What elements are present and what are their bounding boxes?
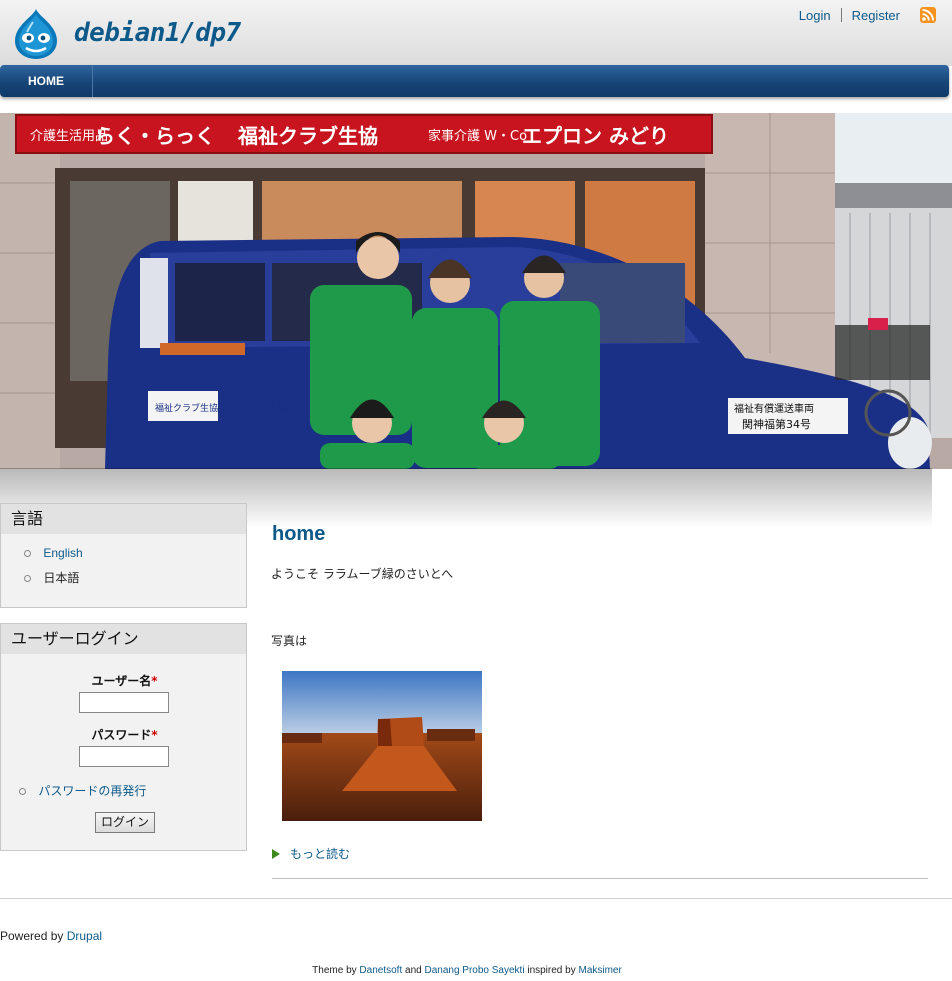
password-label: パスワード*	[91, 728, 158, 742]
login-block-title: ユーザーログイン	[1, 624, 246, 654]
danang-link[interactable]: Danang Probo Sayekti	[424, 965, 524, 976]
required-marker: *	[151, 674, 158, 688]
vehicle-text-2: 福祉有償運送車両	[734, 402, 814, 415]
page-title[interactable]: home	[272, 523, 325, 546]
language-list: English 日本語	[1, 534, 246, 592]
password-input[interactable]	[79, 746, 169, 767]
language-link-english[interactable]: English	[43, 546, 82, 560]
bullet-icon	[24, 575, 31, 583]
danetsoft-link[interactable]: Danetsoft	[359, 965, 402, 976]
login-button[interactable]: ログイン	[95, 812, 155, 833]
content-divider	[272, 878, 928, 879]
language-block-title: 言語	[1, 504, 246, 534]
main-navigation: HOME	[0, 65, 949, 97]
language-current-japanese: 日本語	[43, 571, 80, 585]
site-header: debian1/dp7 Login Register	[0, 0, 952, 66]
register-link[interactable]: Register	[852, 8, 900, 23]
link-divider	[840, 8, 842, 22]
footer-divider	[0, 898, 952, 899]
reset-password-link[interactable]: パスワードの再発行	[38, 784, 146, 798]
welcome-text: ようこそ ララムーブ緑のさいとへ	[271, 567, 454, 581]
required-marker: *	[151, 728, 158, 742]
sign-text-4: 家事介護 W・Co	[428, 128, 527, 144]
user-login-block: ユーザーログイン ユーザー名* パスワード* パスワードの再発行 ログイン	[0, 623, 247, 851]
reset-password-item: パスワードの再発行	[19, 782, 146, 799]
photo-caption-text: 写真は	[271, 634, 308, 648]
vehicle-text-1: 福祉クラブ生協 らら・むーぶ 緑	[155, 402, 286, 414]
maksimer-link[interactable]: Maksimer	[578, 965, 621, 976]
language-item-japanese: 日本語	[24, 569, 246, 592]
drupal-logo-icon[interactable]	[13, 8, 59, 60]
sign-text-5: エプロン みどり	[522, 124, 669, 148]
login-link[interactable]: Login	[799, 8, 831, 23]
username-input[interactable]	[79, 692, 169, 713]
theme-credits: Theme by Danetsoft and Danang Probo Saye…	[312, 965, 622, 976]
rss-feed-icon[interactable]	[920, 7, 936, 23]
header-banner-photo: 介護生活用品 らく・らっく 福祉クラブ生協 家事介護 W・Co エプロン みどり…	[0, 113, 952, 469]
drupal-link[interactable]: Drupal	[67, 929, 102, 943]
login-form: ユーザー名* パスワード* パスワードの再発行 ログイン	[1, 654, 246, 849]
monument-valley-image	[282, 671, 482, 821]
bullet-icon	[24, 550, 31, 558]
powered-by: Powered by Drupal	[0, 929, 103, 943]
vehicle-text-3: 関神福第34号	[742, 417, 811, 431]
site-name[interactable]: debian1/dp7	[74, 18, 241, 48]
top-links: Login Register	[799, 7, 936, 23]
language-item-english: English	[24, 546, 246, 569]
username-label: ユーザー名*	[91, 674, 158, 688]
bullet-icon	[19, 788, 26, 796]
arrow-right-icon	[272, 848, 280, 859]
read-more-link[interactable]: もっと読む	[290, 845, 350, 862]
language-block: 言語 English 日本語	[0, 503, 247, 608]
nav-item-home[interactable]: HOME	[0, 65, 93, 97]
sign-text-3: 福祉クラブ生協	[237, 124, 378, 148]
banner-image: 介護生活用品 らく・らっく 福祉クラブ生協 家事介護 W・Co エプロン みどり…	[0, 113, 952, 469]
sign-text-2: らく・らっく	[95, 124, 215, 148]
read-more: もっと読む	[272, 845, 350, 862]
